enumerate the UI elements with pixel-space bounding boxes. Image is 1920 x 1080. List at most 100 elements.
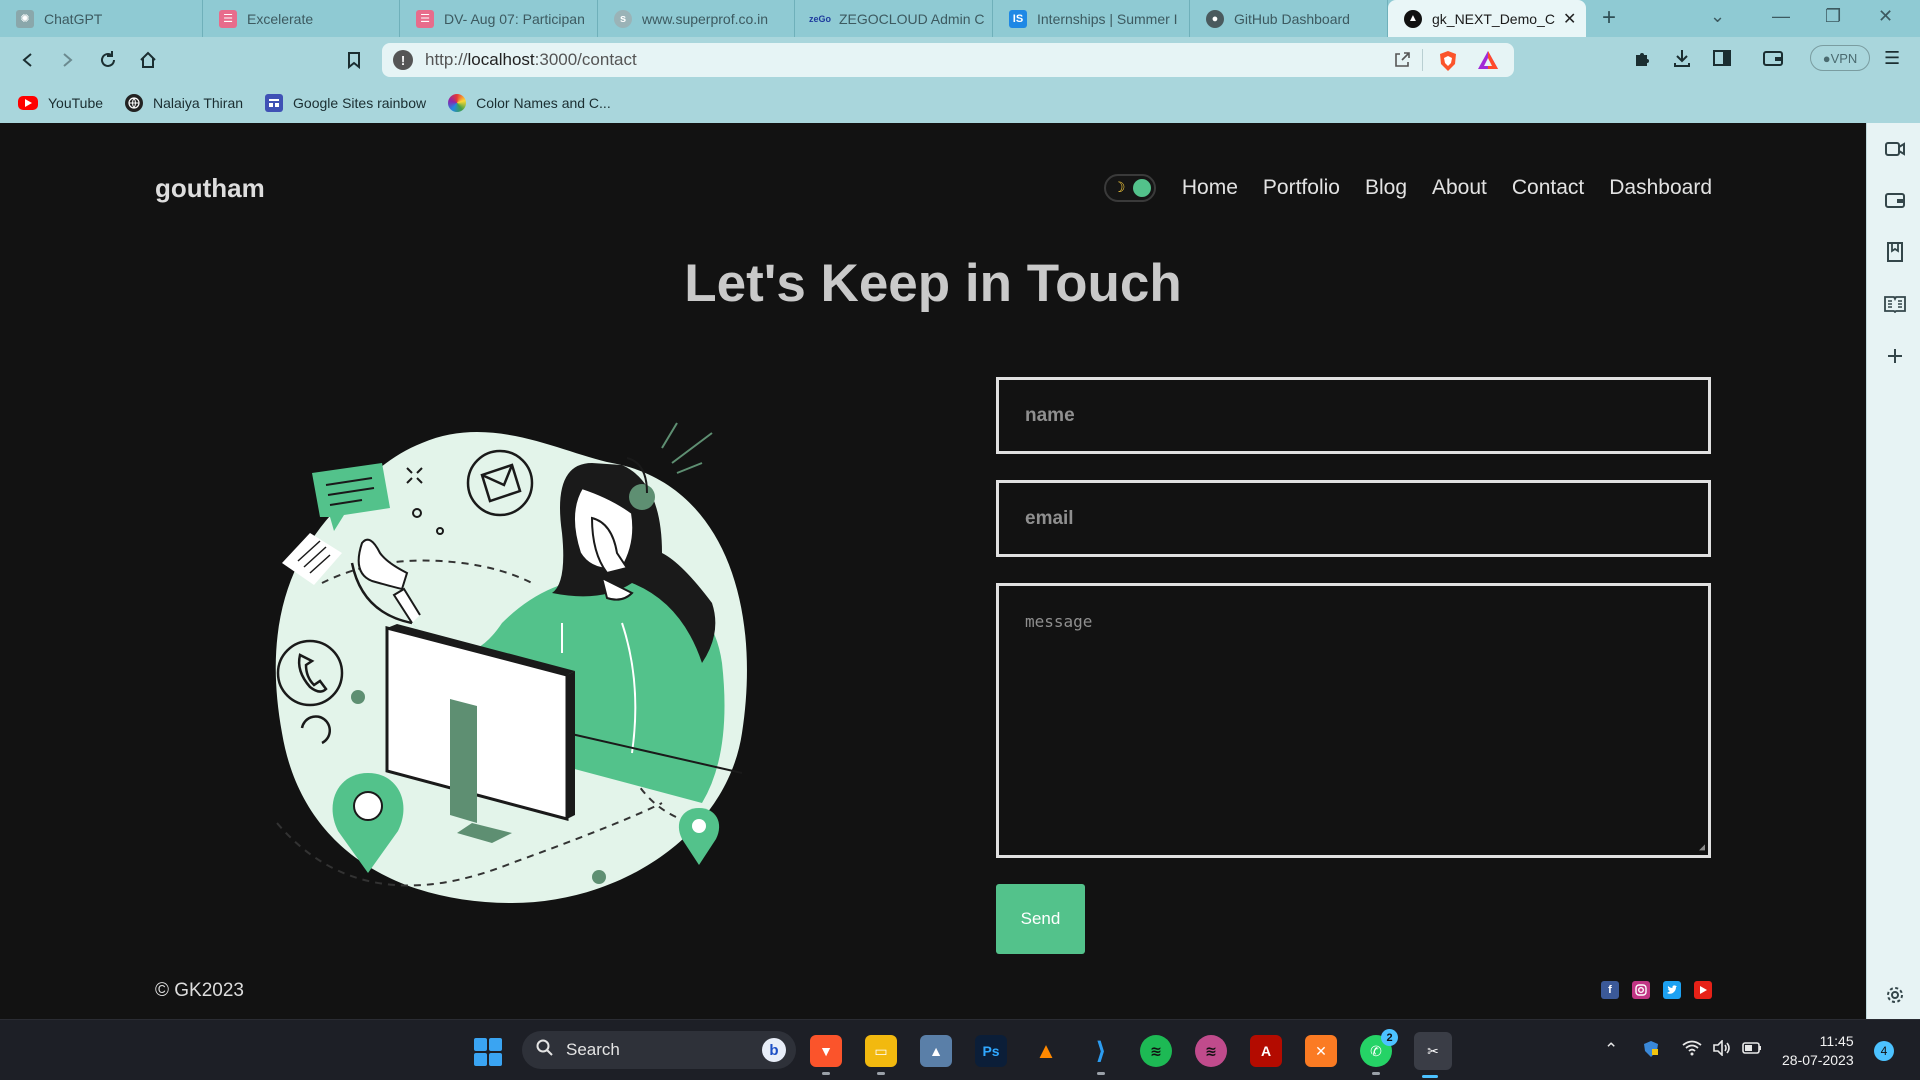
site-info-icon[interactable]: !: [393, 50, 413, 70]
nav-contact[interactable]: Contact: [1512, 176, 1584, 200]
security-shield-icon[interactable]: [1642, 1040, 1660, 1063]
reading-list-icon[interactable]: [1884, 293, 1906, 315]
share-icon[interactable]: [1392, 50, 1412, 75]
back-arrow-icon: [22, 53, 32, 67]
restore-button[interactable]: ❐: [1825, 6, 1841, 27]
url-text: http://localhost:3000/contact: [425, 50, 637, 69]
theme-toggle[interactable]: ☽: [1103, 174, 1156, 202]
forward-button[interactable]: [55, 48, 79, 72]
brave-app-icon[interactable]: ▼: [810, 1035, 842, 1075]
page-title: Let's Keep in Touch: [684, 254, 1182, 313]
search-icon: [536, 1039, 554, 1062]
send-button[interactable]: Send: [996, 884, 1085, 954]
tab-dv-participants[interactable]: ☰ DV- Aug 07: Participan: [400, 0, 598, 37]
address-bar[interactable]: ! http://localhost:3000/contact: [382, 43, 1514, 77]
photos-app-icon[interactable]: ▲: [920, 1035, 952, 1067]
minimize-button[interactable]: —: [1772, 6, 1790, 27]
nav-portfolio[interactable]: Portfolio: [1263, 176, 1340, 200]
reload-button[interactable]: [96, 48, 120, 72]
nav-blog[interactable]: Blog: [1365, 176, 1407, 200]
site-logo[interactable]: goutham: [155, 173, 265, 204]
wifi-icon[interactable]: [1682, 1040, 1702, 1061]
photoshop-icon[interactable]: Ps: [975, 1035, 1007, 1067]
close-tab-icon[interactable]: ✕: [1555, 9, 1576, 29]
brave-shields-icon[interactable]: [1437, 50, 1459, 77]
wallet-panel-icon[interactable]: [1884, 189, 1906, 211]
resize-grip-icon[interactable]: ◢: [1699, 842, 1705, 853]
facebook-icon[interactable]: f: [1601, 981, 1619, 999]
vlc-icon[interactable]: ▲: [1030, 1035, 1062, 1067]
file-explorer-icon[interactable]: ▭: [865, 1035, 897, 1075]
email-input[interactable]: email: [996, 480, 1711, 557]
volume-icon[interactable]: [1712, 1039, 1732, 1061]
settings-gear-icon[interactable]: [1884, 984, 1906, 1006]
clock-time: 11:45: [1819, 1033, 1854, 1049]
bing-icon[interactable]: b: [762, 1038, 786, 1062]
add-panel-icon[interactable]: [1884, 345, 1906, 367]
home-button[interactable]: [136, 48, 160, 72]
bookmark-label: Nalaiya Thiran: [153, 95, 244, 111]
vpn-button[interactable]: ● VPN: [1810, 45, 1870, 71]
new-tab-button[interactable]: +: [1602, 4, 1616, 32]
show-hidden-icons[interactable]: ⌃: [1604, 1040, 1618, 1060]
tab-search-chevron-icon[interactable]: ⌄: [1710, 6, 1725, 27]
tab-title: ChatGPT: [44, 10, 103, 27]
message-placeholder: message: [1025, 612, 1093, 631]
bookmark-button[interactable]: [342, 48, 366, 72]
github-icon: ●: [1206, 9, 1224, 28]
start-button[interactable]: [474, 1038, 502, 1066]
name-input[interactable]: name: [996, 377, 1711, 454]
tab-excelerate[interactable]: ☰ Excelerate: [203, 0, 400, 37]
wallet-icon[interactable]: [1762, 48, 1784, 73]
bookmark-youtube[interactable]: YouTube: [18, 95, 103, 111]
message-textarea[interactable]: message ◢: [996, 583, 1711, 858]
snipping-tool-icon[interactable]: ✂: [1414, 1032, 1452, 1078]
acrobat-icon[interactable]: A: [1250, 1035, 1282, 1067]
bookmark-color-names[interactable]: Color Names and C...: [448, 94, 611, 112]
vpn-label: VPN: [1830, 50, 1858, 66]
menu-icon[interactable]: ☰: [1884, 48, 1900, 69]
tab-gk-next-demo[interactable]: ▲ gk_NEXT_Demo_C ✕: [1388, 0, 1586, 37]
bookmark-google-sites[interactable]: Google Sites rainbow: [265, 94, 426, 112]
taskbar-search[interactable]: Search b: [522, 1031, 796, 1069]
brave-rewards-icon[interactable]: [1477, 50, 1499, 75]
youtube-icon[interactable]: [1694, 981, 1712, 999]
tab-chatgpt[interactable]: ✺ ChatGPT: [0, 0, 203, 37]
tab-superprof[interactable]: s www.superprof.co.in: [598, 0, 795, 37]
battery-icon[interactable]: [1742, 1040, 1762, 1060]
sheet-icon: ☰: [416, 9, 434, 28]
talk-video-icon[interactable]: [1884, 138, 1906, 160]
bookmark-nalaiya-thiran[interactable]: Nalaiya Thiran: [125, 94, 243, 112]
sidebar-toggle-icon[interactable]: [1712, 48, 1732, 73]
bookmark-label: Google Sites rainbow: [293, 95, 427, 111]
globe-icon: [125, 94, 144, 112]
tab-internships[interactable]: IS Internships | Summer I: [993, 0, 1190, 37]
vscode-icon[interactable]: ⟩: [1085, 1035, 1117, 1075]
twitter-icon[interactable]: [1663, 981, 1681, 999]
nav-dashboard[interactable]: Dashboard: [1609, 176, 1712, 200]
whatsapp-icon[interactable]: ✆ 2: [1360, 1029, 1398, 1075]
nav-about[interactable]: About: [1432, 176, 1487, 200]
windows-taskbar: Search b ▼ ▭ ▲ Ps ▲ ⟩ ≋ ≋ A ✕ ✆ 2 ✂ ⌃ 11:…: [0, 1019, 1920, 1080]
system-clock[interactable]: 11:45 28-07-2023: [1782, 1032, 1854, 1070]
home-icon: [140, 51, 156, 68]
downloads-icon[interactable]: [1672, 48, 1692, 73]
tab-title: DV- Aug 07: Participan: [444, 10, 585, 27]
bookmarks-panel-icon[interactable]: [1884, 241, 1906, 263]
forward-arrow-icon: [63, 53, 73, 67]
instagram-icon[interactable]: [1632, 981, 1650, 999]
color-wheel-icon: [448, 94, 467, 112]
close-window-button[interactable]: ✕: [1878, 6, 1893, 27]
tab-title: Excelerate: [247, 10, 314, 27]
back-button[interactable]: [16, 48, 40, 72]
tab-zegocloud[interactable]: zeGo ZEGOCLOUD Admin C: [795, 0, 993, 37]
tab-github-dashboard[interactable]: ● GitHub Dashboard: [1190, 0, 1388, 37]
notification-badge[interactable]: 4: [1874, 1041, 1894, 1061]
spotify-icon[interactable]: ≋: [1140, 1035, 1172, 1067]
xampp-icon[interactable]: ✕: [1305, 1035, 1337, 1067]
google-sites-icon: [265, 94, 284, 112]
extensions-icon[interactable]: [1632, 48, 1652, 73]
tab-title: ZEGOCLOUD Admin C: [839, 10, 985, 27]
nav-home[interactable]: Home: [1182, 176, 1238, 200]
spotify-podcast-icon[interactable]: ≋: [1195, 1035, 1227, 1067]
